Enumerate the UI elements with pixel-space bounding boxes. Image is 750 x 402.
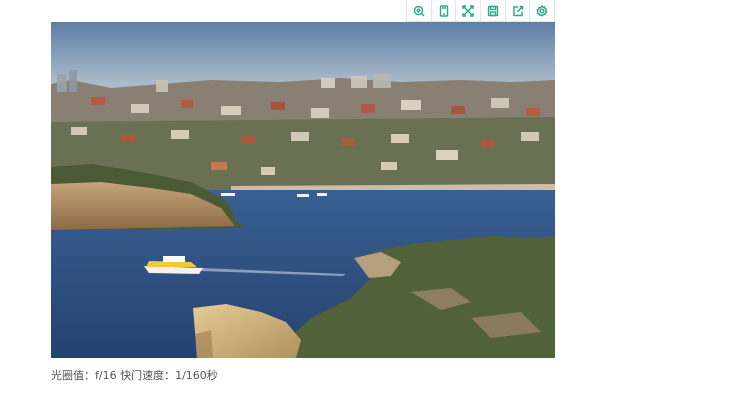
settings-button[interactable]	[530, 0, 554, 21]
mobile-icon	[439, 4, 448, 17]
zoom-button[interactable]	[407, 0, 432, 21]
zoom-icon	[413, 5, 425, 16]
fullscreen-button[interactable]	[456, 0, 482, 21]
photo-canvas	[51, 22, 555, 358]
mobile-view-button[interactable]	[432, 0, 457, 21]
harbour-photo[interactable]	[51, 22, 555, 358]
settings-icon	[536, 4, 548, 17]
share-button[interactable]	[506, 0, 531, 21]
exif-caption: 光圈值：f/16 快门速度：1/160秒	[51, 369, 218, 382]
fullscreen-icon	[462, 4, 474, 17]
image-toolbar	[406, 0, 555, 22]
page: 光圈值：f/16 快门速度：1/160秒	[0, 0, 750, 402]
save-icon	[487, 5, 499, 16]
save-button[interactable]	[481, 0, 506, 21]
share-icon	[512, 5, 523, 16]
